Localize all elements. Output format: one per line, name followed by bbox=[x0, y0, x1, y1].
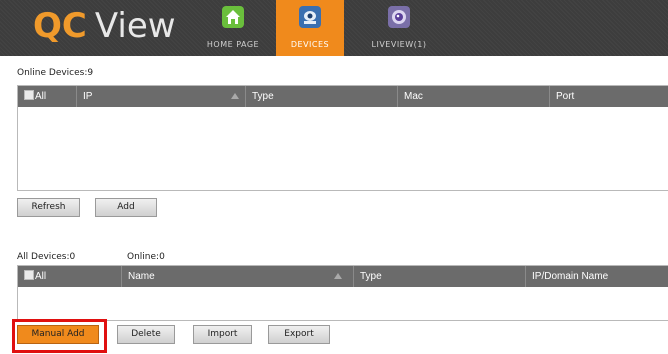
tab-liveview[interactable]: LIVEVIEW(1) bbox=[354, 0, 444, 56]
column-name[interactable]: Name bbox=[121, 266, 353, 287]
column-type[interactable]: Type bbox=[353, 266, 525, 287]
online-devices-count: Online Devices:9 bbox=[17, 68, 94, 78]
column-ip[interactable]: IP bbox=[76, 86, 245, 107]
column-mac[interactable]: Mac bbox=[397, 86, 549, 107]
tab-liveview-label: LIVEVIEW(1) bbox=[371, 40, 427, 49]
checkbox-icon bbox=[24, 270, 34, 280]
add-button[interactable]: Add bbox=[95, 198, 157, 217]
select-all-checkbox[interactable]: All bbox=[18, 266, 121, 287]
column-type[interactable]: Type bbox=[245, 86, 397, 107]
export-button[interactable]: Export bbox=[268, 325, 330, 344]
tab-devices-label: DEVICES bbox=[290, 40, 330, 49]
camera-icon bbox=[388, 6, 410, 28]
column-ip-domain-name[interactable]: IP/Domain Name bbox=[525, 266, 668, 287]
column-port[interactable]: Port bbox=[549, 86, 668, 107]
online-devices-table: All IP Type Mac Port bbox=[17, 85, 668, 191]
import-button[interactable]: Import bbox=[193, 325, 252, 344]
delete-button[interactable]: Delete bbox=[117, 325, 175, 344]
tab-home-page[interactable]: HOME PAGE bbox=[200, 0, 266, 56]
device-icon bbox=[299, 6, 321, 28]
logo-brand: QC bbox=[33, 6, 87, 46]
highlight-box bbox=[12, 319, 107, 353]
checkbox-icon bbox=[24, 90, 34, 100]
all-devices-table: All Name Type IP/Domain Name bbox=[17, 265, 668, 321]
select-all-checkbox[interactable]: All bbox=[18, 86, 76, 107]
refresh-button[interactable]: Refresh bbox=[17, 198, 80, 217]
sort-ascending-icon bbox=[231, 93, 239, 99]
all-devices-count: All Devices:0 bbox=[17, 252, 76, 262]
logo-product: View bbox=[94, 6, 176, 46]
online-count: Online:0 bbox=[127, 252, 165, 262]
app-logo: QC View bbox=[33, 6, 176, 46]
tab-devices[interactable]: DEVICES bbox=[276, 0, 344, 56]
tab-home-label: HOME PAGE bbox=[206, 40, 260, 49]
all-devices-table-header: All Name Type IP/Domain Name bbox=[18, 266, 668, 287]
online-table-header: All IP Type Mac Port bbox=[18, 86, 668, 107]
app-header: QC View HOME PAGE DEVICES LIVEVIEW(1) bbox=[0, 0, 668, 56]
home-icon bbox=[222, 6, 244, 28]
sort-ascending-icon bbox=[334, 273, 342, 279]
